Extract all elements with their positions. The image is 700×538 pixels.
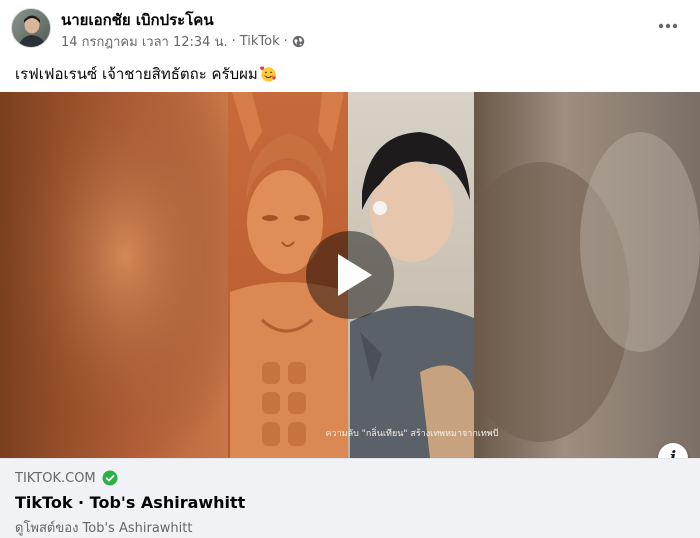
video-thumbnail: ความลับ "กลิ่นเทียน" สร้างเทพหมาจากเทพบี — [0, 92, 700, 458]
more-dots-icon — [658, 23, 678, 29]
more-options-button[interactable] — [654, 14, 682, 38]
link-domain-row: TIKTOK.COM — [15, 470, 118, 486]
author-name[interactable]: นายเอกชัย เบิกประโคน — [61, 8, 214, 32]
caption-text: เรฟเฟอเรนซ์ เจ้าชายสิทธัตถะ ครับผม — [15, 65, 258, 83]
smiling-face-with-hearts-icon — [259, 65, 277, 83]
video-player[interactable]: ความลับ "กลิ่นเทียน" สร้างเทพหมาจากเทพบี — [0, 92, 700, 458]
post-source: TikTok — [239, 34, 280, 49]
link-description: ดูโพสต์ของ Tob's Ashirawhitt — [15, 521, 193, 536]
link-domain: TIKTOK.COM — [15, 470, 96, 486]
post-caption: เรฟเฟอเรนซ์ เจ้าชายสิทธัตถะ ครับผม — [15, 62, 277, 86]
meta-separator-2: · — [283, 34, 288, 49]
post-meta: 14 กรกฎาคม เวลา 12:34 น. · TikTok · — [61, 31, 305, 52]
meta-separator: · — [231, 34, 236, 49]
link-title[interactable]: TikTok · Tob's Ashirawhitt — [15, 493, 245, 512]
verified-check-icon — [102, 470, 118, 486]
post-header: นายเอกชัย เบิกประโคน 14 กรกฎาคม เวลา 12:… — [0, 0, 700, 56]
link-preview-card[interactable]: TIKTOK.COM TikTok · Tob's Ashirawhitt ดู… — [0, 458, 700, 538]
globe-icon — [292, 35, 305, 48]
play-icon — [306, 231, 394, 319]
post-date[interactable]: 14 กรกฎาคม เวลา 12:34 น. — [61, 31, 228, 52]
avatar[interactable] — [11, 8, 51, 48]
